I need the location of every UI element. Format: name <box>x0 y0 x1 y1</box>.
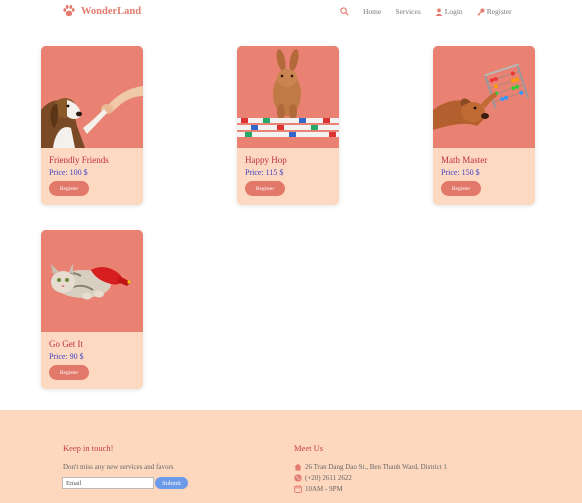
beagle-high-five-photo <box>41 46 143 148</box>
card-title: Friendly Friends <box>49 155 109 165</box>
kitten-toy-photo <box>41 230 143 332</box>
submit-button[interactable]: Submit <box>155 477 188 489</box>
nav-register-link[interactable]: Register <box>477 7 512 16</box>
brand-logo[interactable]: WonderLand <box>62 4 141 18</box>
footer: Keep in touch! Don't miss any new servic… <box>0 410 582 503</box>
rabbit-jumping-photo <box>237 46 339 148</box>
card-price: Price: 115 $ <box>245 168 284 177</box>
top-navbar: WonderLand Home Services Login Register <box>0 0 582 26</box>
contact-hours: 10AM - 9PM <box>294 485 343 493</box>
card-price: Price: 90 $ <box>49 352 84 361</box>
brand-name: WonderLand <box>81 5 142 17</box>
address-text: 26 Tran Dang Dao St., Ben Thanh Ward, Di… <box>305 463 447 471</box>
card-title: Go Get It <box>49 339 83 349</box>
dog-abacus-photo <box>433 46 535 148</box>
phone-icon <box>294 474 302 482</box>
nav-menu: Home Services Login Register <box>340 7 512 16</box>
meet-us-heading: Meet Us <box>294 443 324 453</box>
register-button[interactable]: Register <box>441 181 481 196</box>
nav-services-label: Services <box>395 7 421 16</box>
newsletter-heading: Keep in touch! <box>63 443 114 453</box>
register-button[interactable]: Register <box>245 181 285 196</box>
contact-phone: (+20) 2611 2622 <box>294 474 352 482</box>
user-icon <box>435 8 443 16</box>
hours-text: 10AM - 9PM <box>305 485 343 493</box>
key-icon <box>477 7 485 16</box>
phone-text: (+20) 2611 2622 <box>305 474 352 482</box>
email-field[interactable] <box>62 477 154 489</box>
nav-services-link[interactable]: Services <box>395 7 420 16</box>
register-button[interactable]: Register <box>49 365 89 380</box>
nav-login-link[interactable]: Login <box>435 7 463 16</box>
newsletter-description: Don't miss any new services and favors <box>63 463 174 471</box>
nav-home-label: Home <box>363 7 382 16</box>
card-price: Price: 150 $ <box>441 168 480 177</box>
paw-icon <box>63 5 75 17</box>
card-price: Price: 100 $ <box>49 168 88 177</box>
card-title: Happy Hop <box>245 155 287 165</box>
home-icon <box>294 463 302 471</box>
nav-home-link[interactable]: Home <box>363 7 381 16</box>
search-icon <box>340 7 349 16</box>
register-button[interactable]: Register <box>49 181 89 196</box>
nav-register-label: Register <box>486 7 512 16</box>
service-card: Friendly Friends Price: 100 $ Register <box>41 46 143 205</box>
service-card: Go Get It Price: 90 $ Register <box>41 230 143 389</box>
service-card: Happy Hop Price: 115 $ Register <box>237 46 339 205</box>
clock-icon <box>294 485 302 493</box>
contact-address: 26 Tran Dang Dao St., Ben Thanh Ward, Di… <box>294 463 447 471</box>
nav-login-label: Login <box>444 7 463 16</box>
search-button[interactable] <box>340 7 349 16</box>
service-card: Math Master Price: 150 $ Register <box>433 46 535 205</box>
card-title: Math Master <box>441 155 488 165</box>
